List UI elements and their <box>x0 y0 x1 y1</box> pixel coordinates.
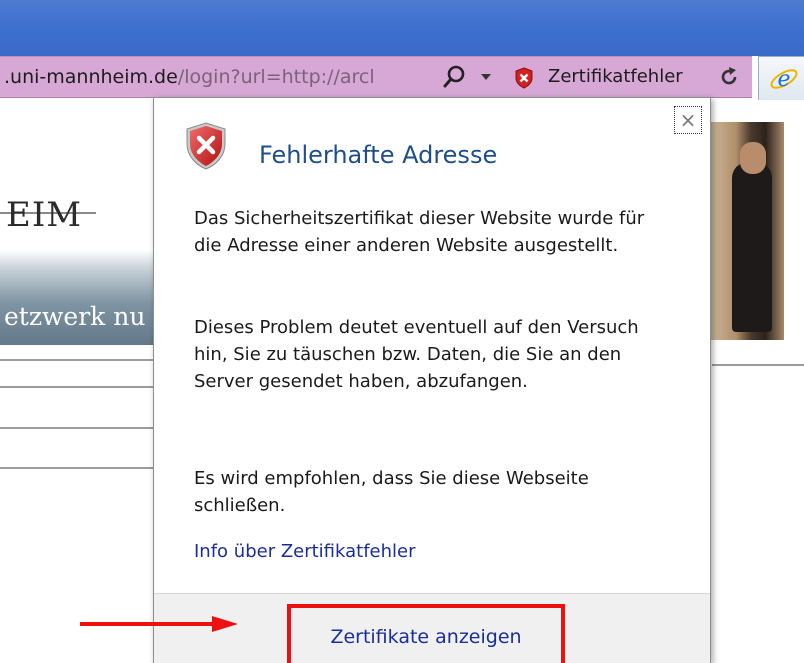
browser-title-bar <box>0 0 804 56</box>
svg-text:e: e <box>777 67 790 92</box>
url-field[interactable]: .uni-mannheim.de/login?url=http://arcl <box>4 66 375 88</box>
close-button[interactable]: × <box>674 106 702 134</box>
photo-person <box>732 162 772 332</box>
dialog-paragraph: Es wird empfohlen, dass Sie diese Websei… <box>194 468 589 516</box>
internet-explorer-icon: e <box>770 67 798 92</box>
url-path: /login?url=http://arcl <box>177 66 375 88</box>
photo-face <box>740 142 766 174</box>
show-certificates-button[interactable]: Zertifikate anzeigen <box>287 604 565 663</box>
certificate-error-status[interactable]: Zertifikatfehler <box>548 66 683 87</box>
site-banner: etzwerk nu <box>0 250 160 345</box>
certificate-error-info-link[interactable]: Info über Zertifikatfehler <box>194 541 416 562</box>
shield-x-icon <box>186 122 226 170</box>
screen: .uni-mannheim.de/login?url=http://arcl Z… <box>0 0 804 663</box>
divider-line <box>0 427 160 429</box>
dialog-paragraph: Das Sicherheitszertifikat dieser Website… <box>194 208 645 256</box>
logo-text: EIM <box>6 195 83 235</box>
divider-line <box>0 359 160 361</box>
browser-tab[interactable]: e <box>758 56 804 100</box>
close-icon: × <box>679 108 697 132</box>
divider-line <box>712 364 804 366</box>
shield-error-icon[interactable] <box>514 67 534 89</box>
banner-text: etzwerk nu <box>4 302 146 331</box>
search-icon[interactable] <box>441 63 469 91</box>
divider-line <box>0 386 160 388</box>
url-host: .uni-mannheim.de <box>4 66 178 88</box>
certificate-error-flyout: × Fehlerhafte Adresse Das Sicherheitszer… <box>153 97 711 663</box>
divider-line <box>0 467 160 469</box>
header-photo <box>710 122 784 340</box>
refresh-icon[interactable] <box>717 65 741 89</box>
dialog-paragraph: Dieses Problem deutet eventuell auf den … <box>194 317 639 392</box>
chevron-down-icon[interactable] <box>481 74 491 80</box>
address-bar[interactable]: .uni-mannheim.de/login?url=http://arcl Z… <box>0 56 752 98</box>
dialog-title: Fehlerhafte Adresse <box>259 141 498 169</box>
annotation-arrow <box>80 616 238 632</box>
